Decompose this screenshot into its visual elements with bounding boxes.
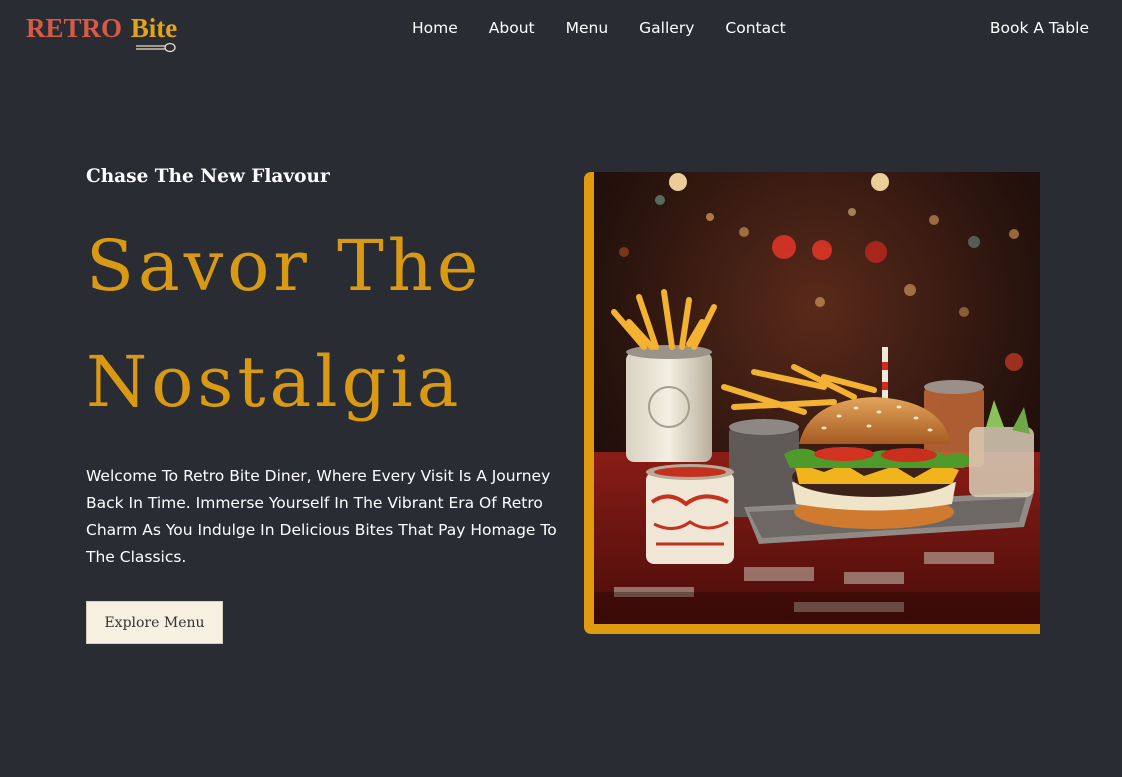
logo-word-bite: Bite xyxy=(130,13,178,43)
headline-line-1: Savor The xyxy=(86,225,483,307)
nav-menu[interactable]: Menu xyxy=(566,18,609,38)
nav-contact[interactable]: Contact xyxy=(725,18,785,38)
hero-image-frame xyxy=(584,172,1040,634)
hero-intro: Welcome To Retro Bite Diner, Where Every… xyxy=(86,467,557,566)
logo-word-retro: RETRO xyxy=(26,13,123,43)
explore-menu-button[interactable]: Explore Menu xyxy=(86,601,223,644)
nav-about[interactable]: About xyxy=(489,18,535,38)
burger-photo xyxy=(594,172,1040,624)
nav-home[interactable]: Home xyxy=(412,18,458,38)
nav-gallery[interactable]: Gallery xyxy=(639,18,694,38)
hero-tagline: Chase The New Flavour xyxy=(86,166,330,187)
book-a-table-link[interactable]: Book A Table xyxy=(990,18,1089,38)
headline-line-2: Nostalgia xyxy=(86,341,463,423)
logo[interactable]: RETRO Bite xyxy=(26,12,177,44)
spoon-icon xyxy=(136,42,176,53)
hero-headline: Savor The Nostalgia xyxy=(86,208,482,440)
main-nav: Home About Menu Gallery Contact xyxy=(412,18,786,38)
